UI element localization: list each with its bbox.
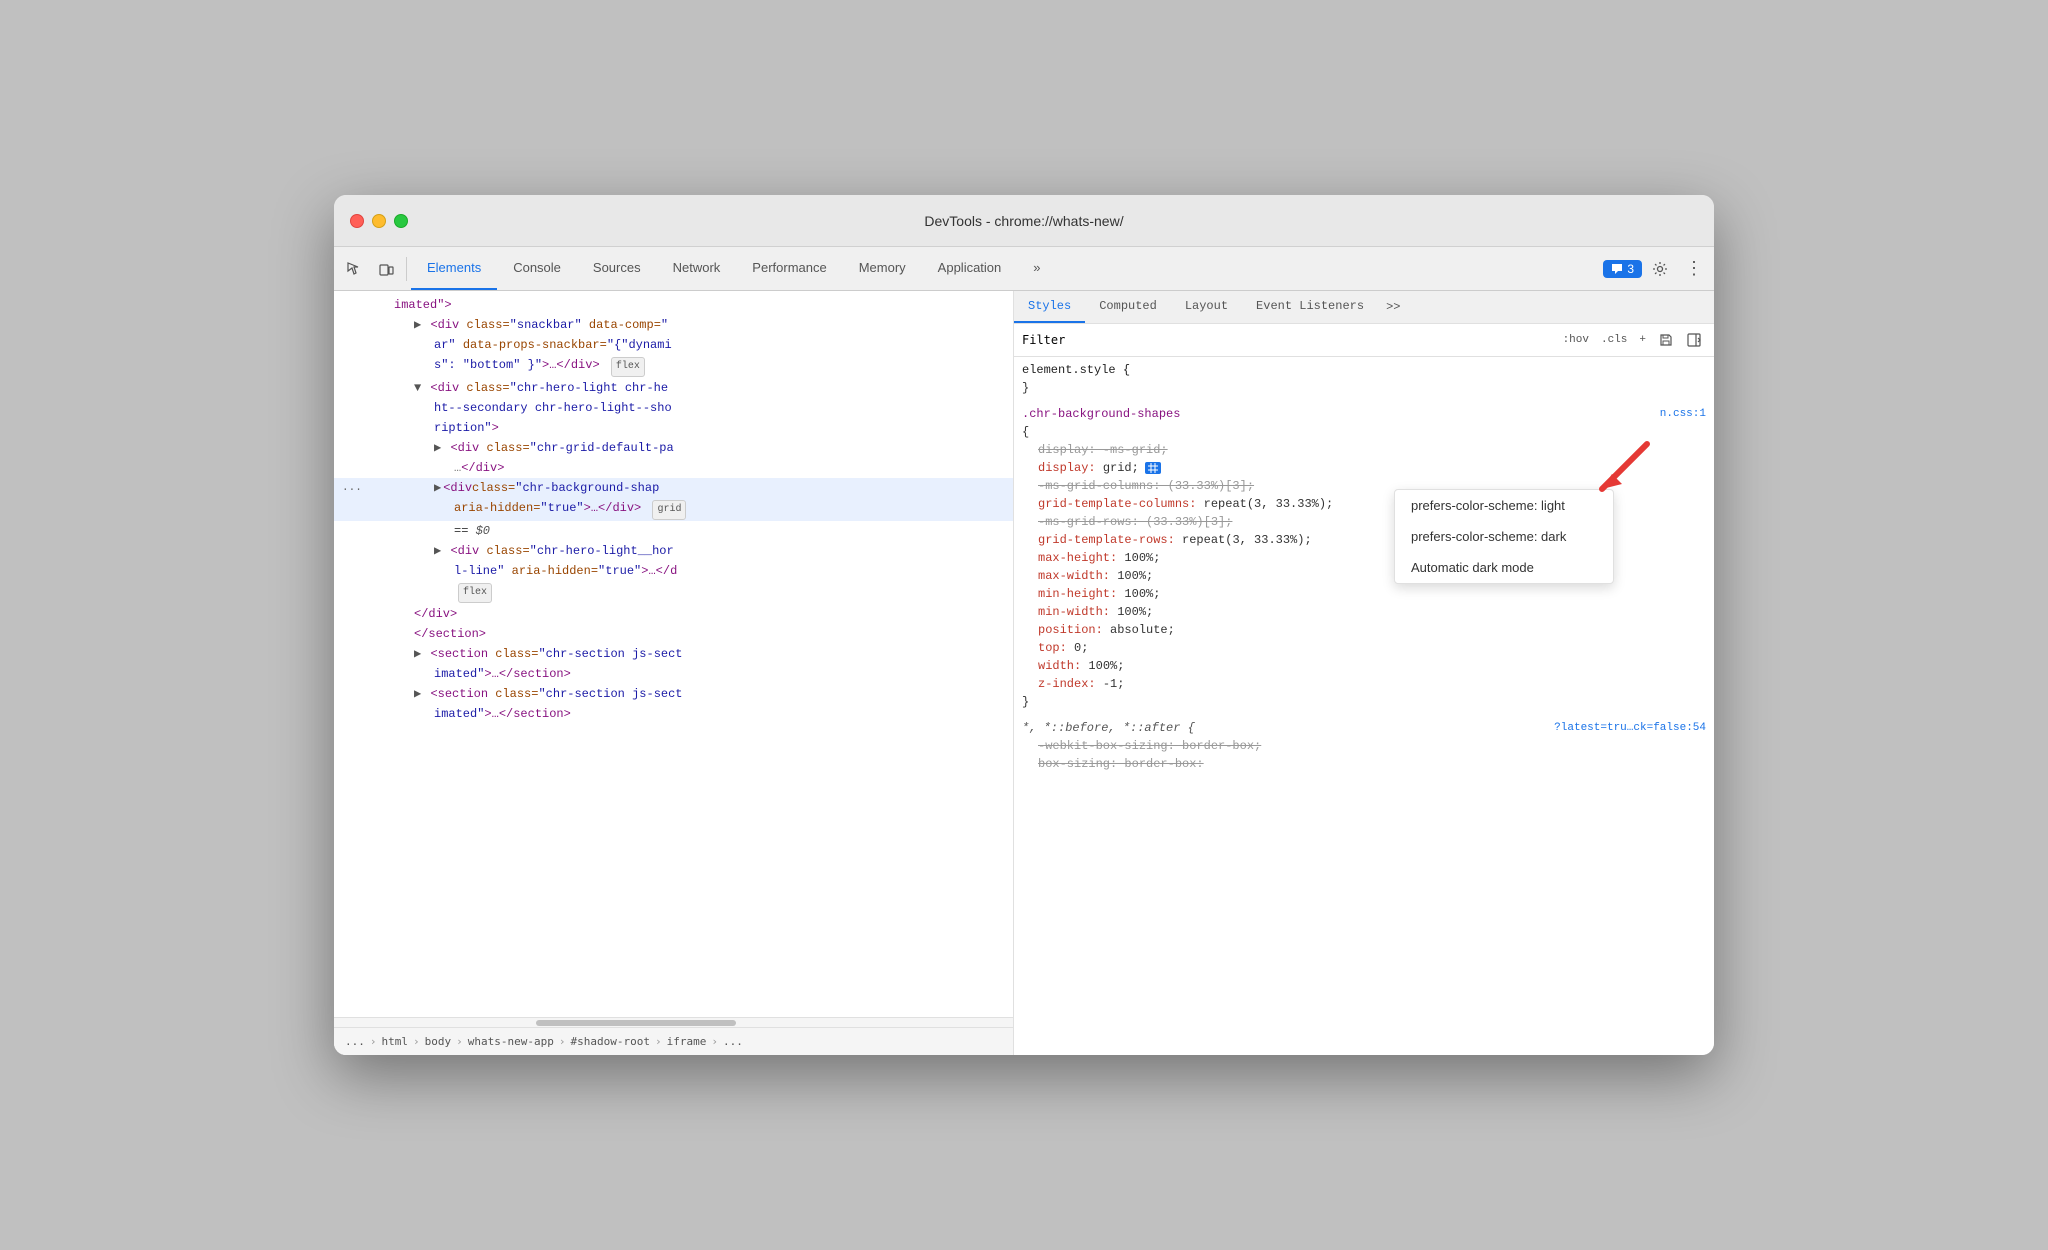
styles-panel: Styles Computed Layout Event Listeners >… [1014, 291, 1714, 1055]
device-toggle-button[interactable] [370, 253, 402, 285]
styles-filter-bar: :hov .cls + [1014, 324, 1714, 357]
tab-elements[interactable]: Elements [411, 247, 497, 290]
settings-button[interactable] [1644, 253, 1676, 285]
styles-tab-more[interactable]: >> [1380, 292, 1406, 322]
titlebar: DevTools - chrome://whats-new/ [334, 195, 1714, 247]
tab-layout[interactable]: Layout [1171, 291, 1242, 323]
elements-content[interactable]: imated"> ▶ <div class="snackbar" data-co… [334, 291, 1013, 1017]
css-rule-element-style: element.style { } [1022, 361, 1706, 397]
toggle-sidebar-button[interactable] [1682, 328, 1706, 352]
chat-badge[interactable]: 3 [1603, 260, 1642, 278]
dom-line: ▶ <section class="chr-section js-sect [334, 644, 1013, 664]
dom-line: ription"> [334, 418, 1013, 438]
styles-filter-input[interactable] [1022, 333, 1555, 347]
inspect-element-button[interactable] [338, 253, 370, 285]
dom-line: ht--secondary chr-hero-light--sho [334, 398, 1013, 418]
dom-line: ▶ <div class="snackbar" data-comp=" [334, 315, 1013, 335]
dom-line: ▶ <div class="chr-grid-default-pa [334, 438, 1013, 458]
dom-line: imated">…</section> [334, 704, 1013, 724]
tab-event-listeners[interactable]: Event Listeners [1242, 291, 1378, 323]
tab-console[interactable]: Console [497, 247, 577, 290]
tab-computed[interactable]: Computed [1085, 291, 1171, 323]
breadcrumb-body[interactable]: body [422, 1035, 455, 1048]
devtools-body: Elements Console Sources Network Perform… [334, 247, 1714, 1055]
hov-button[interactable]: :hov [1559, 332, 1593, 348]
tab-application[interactable]: Application [922, 247, 1018, 290]
dom-line: imated"> [334, 295, 1013, 315]
dom-line-flex-badge: flex [334, 581, 1013, 604]
tab-bar: Elements Console Sources Network Perform… [411, 247, 1057, 290]
dom-line: ▶ <div class="chr-hero-light__hor [334, 541, 1013, 561]
elements-scrollbar[interactable] [334, 1017, 1013, 1027]
more-options-button[interactable]: ⋮ [1678, 253, 1710, 285]
devtools-window: DevTools - chrome://whats-new/ Eleme [334, 195, 1714, 1055]
tab-more-button[interactable]: » [1017, 247, 1056, 290]
dropdown-item-dark[interactable]: prefers-color-scheme: dark [1395, 521, 1613, 552]
save-styles-button[interactable] [1654, 328, 1678, 352]
tab-styles[interactable]: Styles [1014, 291, 1085, 323]
dom-line: l-line" aria-hidden="true">…</d [334, 561, 1013, 581]
breadcrumb-iframe[interactable]: iframe [664, 1035, 710, 1048]
css-rule-universal: *, *::before, *::after { ?latest=tru…ck=… [1022, 719, 1706, 773]
tab-sources[interactable]: Sources [577, 247, 657, 290]
dom-line: s": "bottom" }">…</div> flex [334, 355, 1013, 378]
close-button[interactable] [350, 214, 364, 228]
toolbar-right: 3 ⋮ [1603, 253, 1710, 285]
dom-line: …</div> [334, 458, 1013, 478]
maximize-button[interactable] [394, 214, 408, 228]
dom-line: </div> [334, 604, 1013, 624]
scrollbar-thumb[interactable] [536, 1020, 736, 1026]
plus-button[interactable]: + [1635, 332, 1650, 348]
dom-line: ▼ <div class="chr-hero-light chr-he [334, 378, 1013, 398]
minimize-button[interactable] [372, 214, 386, 228]
breadcrumb-end-ellipsis[interactable]: ... [720, 1035, 746, 1048]
main-content: imated"> ▶ <div class="snackbar" data-co… [334, 291, 1714, 1055]
dom-line: </section> [334, 624, 1013, 644]
dom-line-dollar: == $0 [334, 521, 1013, 541]
toolbar-divider [406, 257, 407, 281]
dom-line: imated">…</section> [334, 664, 1013, 684]
dom-line: ar" data-props-snackbar="{"dynami [334, 335, 1013, 355]
dom-line-selected: ... ▶ <div class="chr-background-shap [334, 478, 1013, 498]
devtools-toolbar: Elements Console Sources Network Perform… [334, 247, 1714, 291]
cls-button[interactable]: .cls [1597, 332, 1631, 348]
color-scheme-dropdown: prefers-color-scheme: light prefers-colo… [1394, 489, 1614, 584]
tab-memory[interactable]: Memory [843, 247, 922, 290]
breadcrumb-ellipsis[interactable]: ... [342, 1035, 368, 1048]
breadcrumb-shadow-root[interactable]: #shadow-root [567, 1035, 652, 1048]
dropdown-item-auto[interactable]: Automatic dark mode [1395, 552, 1613, 583]
breadcrumb-bar: ... › html › body › whats-new-app › #sha… [334, 1027, 1013, 1055]
dom-line: ▶ <section class="chr-section js-sect [334, 684, 1013, 704]
red-arrow-annotation [1592, 439, 1652, 499]
breadcrumb-whats-new-app[interactable]: whats-new-app [465, 1035, 557, 1048]
elements-panel: imated"> ▶ <div class="snackbar" data-co… [334, 291, 1014, 1055]
window-title: DevTools - chrome://whats-new/ [924, 213, 1123, 229]
tab-network[interactable]: Network [657, 247, 737, 290]
breadcrumb-html[interactable]: html [379, 1035, 412, 1048]
tab-performance[interactable]: Performance [736, 247, 842, 290]
dropdown-item-light[interactable]: prefers-color-scheme: light [1395, 490, 1613, 521]
traffic-lights [350, 214, 408, 228]
styles-tabs: Styles Computed Layout Event Listeners >… [1014, 291, 1714, 324]
dom-line-selected-2: aria-hidden="true">…</div> grid [334, 498, 1013, 521]
